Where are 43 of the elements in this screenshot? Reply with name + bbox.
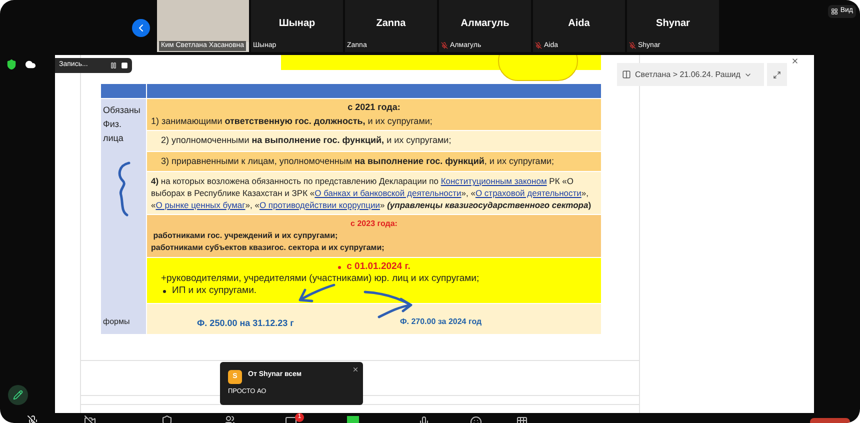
arrow-drawing [363,289,415,319]
stop-icon[interactable] [121,62,128,69]
table-text: 1) занимающими ответственную гос. должность, и их супругами; [151,114,434,128]
pause-icon[interactable] [110,62,117,69]
section-title: с 01.01.2024 г. [346,261,410,273]
arrow-drawing [296,282,336,304]
form-text: Ф. 250.00 на 31.12.23 г [197,316,294,330]
law-link[interactable]: О банках и банковской деятельности [314,188,462,198]
bullet-icon [163,290,166,292]
close-icon[interactable] [791,57,799,65]
close-icon[interactable] [352,366,359,373]
expand-button[interactable] [767,63,787,86]
law-link[interactable]: Конституционным законом [440,176,547,186]
side-label: Обязаны Физ. лица [103,105,140,143]
law-link[interactable]: О рынке ценных бумаг [156,200,246,210]
cloud-record-icon[interactable] [25,59,36,70]
pencil-icon [13,390,23,400]
law-link[interactable]: О страховой деятельности [475,188,582,198]
table-text: 2) уполномоченными на выполнение гос. функций, и их супругами; [161,134,452,147]
table-text: 3) приравненными к лицам, уполномоченным на выполнение гос. функций, и их супругами; [161,154,556,168]
participant-name: Shynar [656,16,690,30]
annotate-button[interactable] [8,385,28,405]
participant-name: Алмагуль [460,16,510,30]
grid-icon [831,8,838,15]
table-paragraph: 4) на которых возложена обязанность по представлению Декларации по Конституционным законом РК «О выборах в Республике Казахстан и ЗРК «О банках и банковской деятельности», «О страховой деятельности», «О рынке ценных бумаг», «О противодействии коррупции» (управленцы квазигосударственного сектора) [151,175,592,211]
law-link[interactable]: О противодействии коррупции [259,200,380,210]
table-text: работниками гос. учреждений и их супругами; [152,230,339,242]
participant-name: Шынар [278,16,316,30]
expand-icon [773,70,781,78]
section-title: с 2023 года: [350,218,398,230]
participant-name: Aida [568,16,590,30]
panel-icon[interactable] [622,70,631,79]
section-title: с 2021 года: [346,101,402,114]
shield-icon[interactable] [6,59,17,70]
back-button[interactable] [132,18,150,36]
participant-name: Zanna [376,16,406,30]
table-text: +руководителями, учредителями (участниками) юр. лиц и их супругами; [160,273,480,285]
forms-label: формы [103,317,130,326]
bullet-icon [338,266,341,268]
breadcrumb-text[interactable]: Светлана > 21.06.24. Рашид [635,68,740,80]
table-text: ИП и их супругами. [172,285,257,297]
table-text: работниками субъектов квазигос. сектора и их супругами; [151,242,386,254]
form-text: Ф. 270.00 за 2024 год [400,316,482,328]
